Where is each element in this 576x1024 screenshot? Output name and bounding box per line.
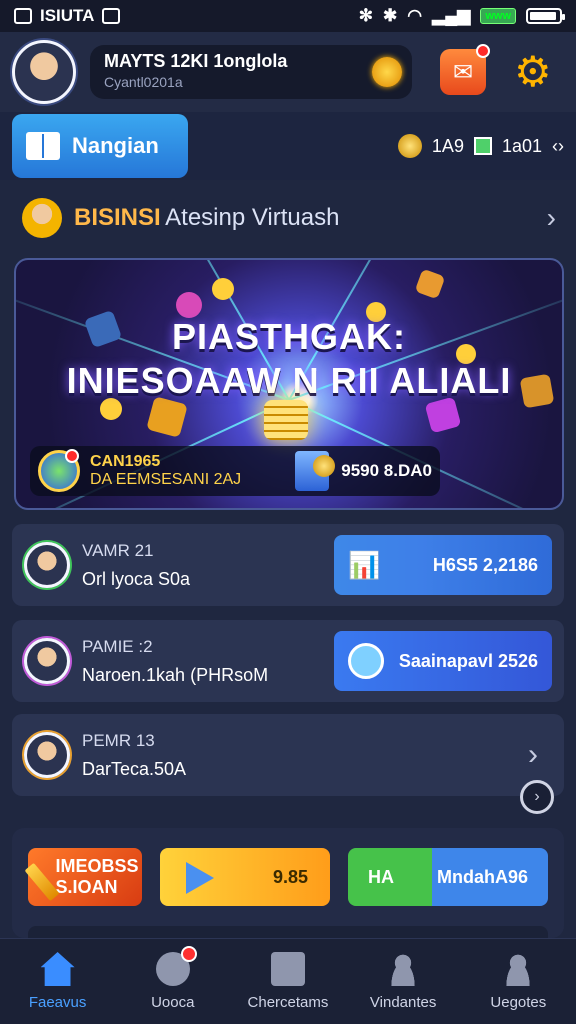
status-bar: ISIUTA ✻ ✱ ◠ ▂▄▆ www (0, 0, 576, 32)
action-tiles: IMEOBSS S.IOAN 9.85 HA MndahA96 (12, 828, 564, 938)
tile-strip (28, 926, 548, 938)
nav-item-profile[interactable]: Uegotes (468, 952, 568, 1011)
settings-gear-icon[interactable]: ⚙ (514, 51, 552, 93)
chevron-right-icon[interactable]: › (547, 202, 556, 234)
banner-footer-a: CAN1965 (90, 453, 161, 470)
gem-cube-icon (424, 396, 462, 434)
nav-item-documents[interactable]: Chercetams (238, 952, 338, 1011)
battery-saver-badge: www (480, 8, 516, 24)
notification-dot (476, 44, 490, 58)
profile-icon (501, 952, 536, 986)
action-tile-play[interactable]: 9.85 (160, 848, 330, 906)
item-action-button[interactable]: 📊 H6S5 2,2186 (334, 535, 552, 595)
list-item[interactable]: VAMR 21 Orl lyoca S0a 📊 H6S5 2,2186 (12, 524, 564, 606)
list-item[interactable]: PEMR 13 DarTeca.50A › (12, 714, 564, 796)
envelope-icon: ✉ (452, 58, 474, 86)
coin-icon[interactable] (372, 57, 402, 87)
carrier-label: ISIUTA (40, 6, 95, 25)
app-notification-icon (14, 8, 32, 24)
top-bar: MAYTS 12KI 1onglola Cyantl0201a ✉ ⚙ (0, 32, 576, 112)
action-tile-trade[interactable]: HA MndahA96 (348, 848, 548, 906)
gold-coin-icon (212, 278, 234, 300)
action-tile-edit[interactable]: IMEOBSS S.IOAN (24, 848, 142, 906)
green-square-icon (473, 137, 492, 155)
profile-card[interactable]: MAYTS 12KI 1onglola Cyantl0201a (90, 45, 412, 99)
avatar (24, 732, 70, 778)
list-item-subtitle: Orl lyoca S0a (82, 568, 191, 589)
chevron-left-right-icon[interactable]: ‹› (552, 136, 564, 157)
list-item-subtitle: Naroen.1kah (PHRsoM (82, 664, 269, 685)
trade-value: MndahA96 (436, 866, 528, 887)
banner-footer: CAN1965 DA EEMSESANI 2AJ 9590 8.DA0 (30, 446, 440, 496)
avatar (24, 542, 70, 588)
wallet-coin-icon (295, 451, 336, 491)
bluetooth-icon: ✻ (358, 6, 374, 25)
list-item-title: VAMR 21 (82, 540, 154, 560)
mail-button[interactable]: ✉ (440, 44, 490, 95)
book-icon (26, 132, 60, 160)
profile-name: MAYTS 12KI 1onglola (104, 51, 288, 71)
cell-signal-icon: ▂▄▆ (432, 6, 471, 25)
section-title-rest: Atesinp Virtuash (165, 204, 340, 231)
item-action-button[interactable]: Saainapavl 2526 (334, 631, 552, 691)
banner-footer-value: 9590 8.DA0 (341, 461, 432, 480)
coin-icon (397, 134, 422, 158)
promo-banner[interactable]: PIASTHGAK: INIESOAAW N RII ALIALI CAN196… (14, 258, 564, 510)
stat-a: 1A9 (431, 135, 464, 156)
gem-cube-icon (414, 268, 446, 300)
chevron-right-icon[interactable]: › (528, 738, 538, 772)
tab-bar: Nangian 1A9 1a01 ‹› (0, 112, 576, 180)
wifi-icon: ◠ (407, 6, 423, 25)
avatar (24, 638, 70, 684)
arrow-circle-icon[interactable]: › (520, 780, 554, 814)
nav-item-home[interactable]: Faeavus (8, 952, 108, 1011)
user-icon (386, 952, 421, 986)
banner-footer-b: DA EEMSESANI 2AJ (90, 471, 242, 488)
pencil-icon (24, 862, 60, 902)
refresh-circle-icon (348, 643, 384, 679)
list-item-title: PEMR 13 (82, 730, 155, 750)
profile-avatar[interactable] (12, 40, 76, 104)
notification-badge (180, 946, 197, 962)
tab-stats: 1A9 1a01 ‹› (397, 134, 564, 158)
bottom-navigation: Faeavus Uooca Chercetams Vindantes Uegot… (0, 938, 576, 1024)
tab-active-label: Nangian (72, 133, 159, 158)
document-icon (270, 952, 305, 986)
banner-title-line1: PIASTHGAK: (172, 316, 406, 357)
list-item[interactable]: PAMIE :2 Naroen.1kah (PHRsoM Saainapavl … (12, 620, 564, 702)
section-header[interactable]: BISINSI Atesinp Virtuash › (22, 196, 556, 240)
chart-icon: 📊 (348, 549, 381, 580)
tab-active[interactable]: Nangian (12, 114, 188, 178)
battery-icon (526, 8, 565, 24)
reward-orb-icon (38, 449, 80, 492)
gem-cube-icon (146, 396, 188, 438)
play-icon (186, 862, 214, 894)
stat-b: 1a01 (501, 135, 542, 156)
list-item-title: PAMIE :2 (82, 636, 153, 656)
profile-subtitle: Cyantl0201a (104, 74, 183, 90)
trade-label: HA (368, 866, 394, 887)
nav-item-chat[interactable]: Uooca (123, 946, 223, 1011)
cloud-icon (102, 8, 121, 24)
banner-title-line2: INIESOAAW N RII ALIALI (66, 360, 512, 401)
section-avatar-icon (22, 198, 62, 238)
home-icon (40, 952, 75, 986)
list-item-subtitle: DarTeca.50A (82, 758, 187, 779)
signal-off-icon: ✱ (383, 6, 398, 25)
gem-cube-icon (176, 292, 202, 318)
coin-stack-icon (264, 400, 308, 440)
section-title-highlight: BISINSI (74, 204, 161, 231)
nav-item-users[interactable]: Vindantes (353, 952, 453, 1011)
